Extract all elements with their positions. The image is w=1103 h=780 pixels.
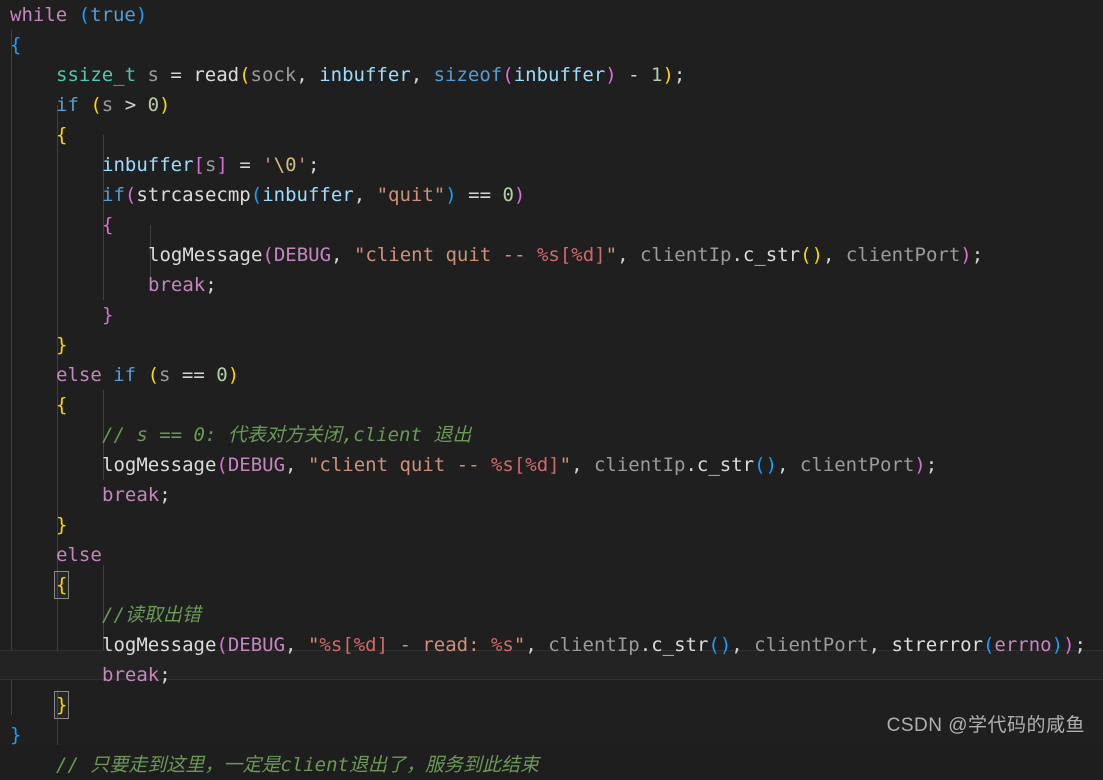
code-line-22[interactable]: logMessage(DEBUG, "%s[%d] - read: %s", c…	[0, 630, 1103, 660]
code-line-7[interactable]: if(strcasecmp(inbuffer, "quit") == 0)	[0, 180, 1103, 210]
token-fn-logmessage9: logMessage	[148, 244, 263, 266]
token-num-one: 1	[650, 64, 663, 86]
code-line-18[interactable]: }	[0, 510, 1103, 540]
code-line-23[interactable]: break;	[0, 660, 1103, 690]
token-fn-cstr9: c_str	[742, 244, 801, 266]
token-escape-null: \0	[273, 154, 297, 176]
comment-line-15: // s == 0: 代表对方关闭,client 退出	[102, 424, 472, 446]
code-line-20[interactable]: {	[0, 570, 1103, 600]
token-brace-open-l2: {	[10, 34, 22, 56]
token-keyword-else13: else	[56, 364, 102, 386]
token-string-quit: "quit"	[376, 184, 446, 206]
code-line-4[interactable]: if (s > 0)	[0, 90, 1103, 120]
comment-line-21: //读取出错	[102, 604, 201, 626]
code-line-26[interactable]: // 只要走到这里，一定是client退出了，服务到此结束	[0, 750, 1103, 780]
token-keyword-while: while	[10, 4, 68, 26]
token-num-zero4: 0	[147, 94, 160, 116]
code-line-14[interactable]: {	[0, 390, 1103, 420]
token-format-spec16: %s[%d]	[490, 454, 560, 476]
token-fn-strerror: strerror	[891, 634, 983, 656]
token-obj-clientip16: clientIp	[593, 454, 686, 476]
token-var-clientport22: clientPort	[754, 634, 869, 656]
token-index-s: s	[204, 154, 217, 176]
token-paren-open: (	[78, 4, 91, 26]
token-keyword-else19: else	[56, 544, 102, 566]
token-var-s4: s	[101, 94, 114, 116]
token-brace-open-l14: {	[56, 394, 68, 416]
code-line-2[interactable]: {	[0, 30, 1103, 60]
code-line-6[interactable]: inbuffer[s] = '\0';	[0, 150, 1103, 180]
token-sizeof: sizeof	[433, 64, 503, 86]
token-obj-clientip22: clientIp	[548, 634, 640, 656]
token-keyword-break23: break	[102, 664, 160, 686]
code-line-16[interactable]: logMessage(DEBUG, "client quit -- %s[%d]…	[0, 450, 1103, 480]
comment-line-26: // 只要走到这里，一定是client退出了，服务到此结束	[56, 754, 539, 776]
code-line-11[interactable]: }	[0, 300, 1103, 330]
token-num-zero7: 0	[502, 184, 514, 206]
token-brace-close-l12: }	[56, 334, 68, 356]
token-type-ssize-t: ssize_t	[56, 64, 137, 86]
code-line-13[interactable]: else if (s == 0)	[0, 360, 1103, 390]
token-fn-logmessage22: logMessage	[102, 634, 217, 656]
token-fn-logmessage16: logMessage	[102, 454, 217, 476]
token-brace-close-l11: }	[102, 304, 114, 326]
code-line-19[interactable]: else	[0, 540, 1103, 570]
token-fn-read: read	[193, 64, 240, 86]
code-line-17[interactable]: break;	[0, 480, 1103, 510]
code-line-10[interactable]: break;	[0, 270, 1103, 300]
token-arg-inbuffer2: inbuffer	[513, 64, 606, 86]
token-brace-close-l24-matched: }	[53, 691, 70, 719]
token-var-s: s	[147, 64, 159, 86]
token-const-debug16: DEBUG	[227, 454, 286, 476]
code-line-1[interactable]: while (true)	[0, 0, 1103, 30]
token-true: true	[90, 4, 136, 26]
token-brace-close-l18: }	[56, 514, 68, 536]
token-keyword-if13: if	[113, 364, 137, 386]
token-keyword-break17: break	[102, 484, 160, 506]
token-format-spec22a: %s[%d]	[319, 634, 389, 656]
token-fn-strcasecmp: strcasecmp	[136, 184, 251, 206]
token-format-spec9: %s[%d]	[536, 244, 606, 266]
token-var-inbuffer6: inbuffer	[102, 154, 194, 176]
token-arg-inbuffer: inbuffer	[319, 64, 411, 86]
code-line-15[interactable]: // s == 0: 代表对方关闭,client 退出	[0, 420, 1103, 450]
token-var-clientport9: clientPort	[845, 244, 961, 266]
token-arg-inbuffer7: inbuffer	[262, 184, 354, 206]
code-line-8[interactable]: {	[0, 210, 1103, 240]
token-brace-open-l20-matched: {	[53, 571, 70, 599]
token-const-errno: errno	[994, 634, 1052, 656]
token-fn-cstr16: c_str	[696, 454, 755, 476]
token-paren-close: )	[135, 4, 148, 26]
code-content[interactable]: while (true) { ssize_t s = read(sock, in…	[0, 0, 1103, 780]
token-format-spec22b: %s	[490, 634, 514, 656]
token-var-clientport16: clientPort	[799, 454, 915, 476]
code-editor[interactable]: while (true) { ssize_t s = read(sock, in…	[0, 0, 1103, 776]
code-line-21[interactable]: //读取出错	[0, 600, 1103, 630]
token-var-s13: s	[159, 364, 171, 386]
token-obj-clientip9: clientIp	[639, 244, 732, 266]
token-keyword-if7: if	[102, 184, 125, 206]
code-line-12[interactable]: }	[0, 330, 1103, 360]
token-keyword-break10: break	[148, 274, 206, 296]
token-arg-sock: sock	[250, 64, 297, 86]
token-fn-cstr22: c_str	[651, 634, 709, 656]
token-brace-close-l25: }	[10, 724, 22, 746]
token-const-debug22: DEBUG	[227, 634, 286, 656]
code-line-5[interactable]: {	[0, 120, 1103, 150]
token-brace-open-l5: {	[56, 124, 68, 146]
code-line-9[interactable]: logMessage(DEBUG, "client quit -- %s[%d]…	[0, 240, 1103, 270]
token-const-debug9: DEBUG	[273, 244, 332, 266]
code-line-3[interactable]: ssize_t s = read(sock, inbuffer, sizeof(…	[0, 60, 1103, 90]
token-brace-open-l8: {	[102, 214, 114, 236]
csdn-watermark: CSDN @学代码的咸鱼	[886, 715, 1085, 736]
token-keyword-if: if	[56, 94, 79, 116]
token-num-zero13: 0	[216, 364, 228, 386]
